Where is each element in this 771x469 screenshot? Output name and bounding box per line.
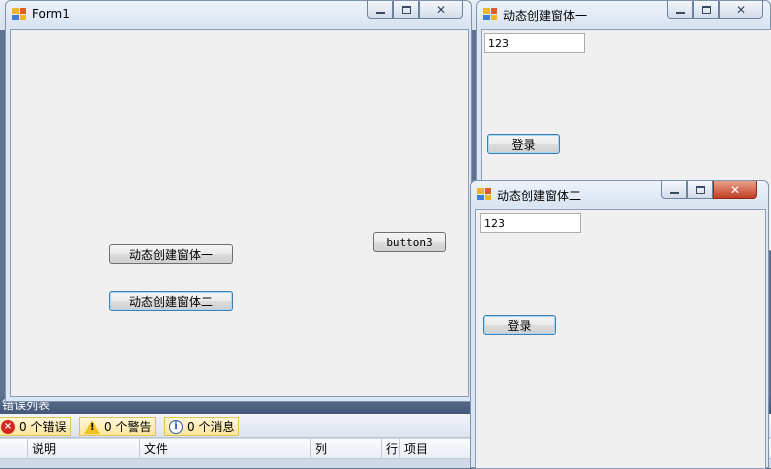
dynamic-window-two-controls: ✕ <box>661 181 757 199</box>
form1-client-area: 动态创建窗体一 动态创建窗体二 button3 <box>10 29 469 397</box>
column-file[interactable]: 文件 <box>140 439 311 459</box>
maximize-icon <box>401 5 411 14</box>
minimize-icon <box>675 11 685 14</box>
info-icon: i <box>169 419 183 434</box>
dynamic-window-one-title: 动态创建窗体一 <box>503 9 588 23</box>
errors-filter-label: 0 个错误 <box>19 420 67 434</box>
column-line[interactable]: 行 <box>382 439 400 459</box>
minimize-icon <box>669 191 679 194</box>
close-icon: ✕ <box>729 182 741 197</box>
maximize-icon <box>701 5 711 14</box>
windows-forms-icon <box>12 8 26 20</box>
create-window-one-button[interactable]: 动态创建窗体一 <box>109 244 233 264</box>
minimize-icon <box>375 11 385 14</box>
dynamic-window-one-login-button[interactable]: 登录 <box>487 134 560 154</box>
dynamic-window-two-maximize-button[interactable] <box>687 181 713 199</box>
dynamic-window-one-controls: ✕ <box>667 1 763 19</box>
messages-filter-button[interactable]: i 0 个消息 <box>164 417 240 436</box>
dynamic-window-one-textbox[interactable] <box>484 33 585 53</box>
maximize-icon <box>695 185 705 194</box>
dynamic-window-two: 动态创建窗体二 ✕ 登录 <box>470 180 769 469</box>
dynamic-window-two-textbox[interactable] <box>480 213 581 233</box>
warnings-filter-button[interactable]: 0 个警告 <box>79 417 157 436</box>
windows-forms-icon <box>483 8 497 20</box>
form1-close-button[interactable]: ✕ <box>419 1 463 19</box>
form1-window-controls: ✕ <box>367 1 463 19</box>
form1-title: Form1 <box>32 7 70 21</box>
close-icon: ✕ <box>435 2 447 17</box>
dynamic-window-one-titlebar[interactable]: 动态创建窗体一 ✕ <box>477 1 770 27</box>
messages-filter-label: 0 个消息 <box>187 420 235 434</box>
dynamic-window-two-title: 动态创建窗体二 <box>497 189 582 203</box>
form1-window: Form1 ✕ 动态创建窗体一 动态创建窗体二 button3 <box>5 0 472 402</box>
dynamic-window-two-titlebar[interactable]: 动态创建窗体二 ✕ <box>471 181 768 207</box>
dynamic-window-one-maximize-button[interactable] <box>693 1 719 19</box>
button3[interactable]: button3 <box>373 232 446 252</box>
dynamic-window-one-minimize-button[interactable] <box>667 1 693 19</box>
dynamic-window-two-minimize-button[interactable] <box>661 181 687 199</box>
errors-filter-button[interactable]: × 0 个错误 <box>0 417 72 436</box>
column-description[interactable]: 说明 <box>28 439 140 459</box>
warning-icon <box>84 419 100 434</box>
dynamic-window-two-close-button[interactable]: ✕ <box>713 181 757 199</box>
form1-titlebar[interactable]: Form1 ✕ <box>6 1 471 27</box>
form1-minimize-button[interactable] <box>367 1 393 19</box>
column-index[interactable] <box>0 439 28 459</box>
create-window-two-button[interactable]: 动态创建窗体二 <box>109 291 233 311</box>
warnings-filter-label: 0 个警告 <box>104 420 152 434</box>
windows-forms-icon <box>477 188 491 200</box>
dynamic-window-two-client-area: 登录 <box>475 209 766 469</box>
dynamic-window-two-login-button[interactable]: 登录 <box>483 315 556 335</box>
column-col[interactable]: 列 <box>311 439 382 459</box>
dynamic-window-one-close-button[interactable]: ✕ <box>719 1 763 19</box>
error-icon: × <box>1 419 15 434</box>
close-icon: ✕ <box>735 2 747 17</box>
form1-maximize-button[interactable] <box>393 1 419 19</box>
